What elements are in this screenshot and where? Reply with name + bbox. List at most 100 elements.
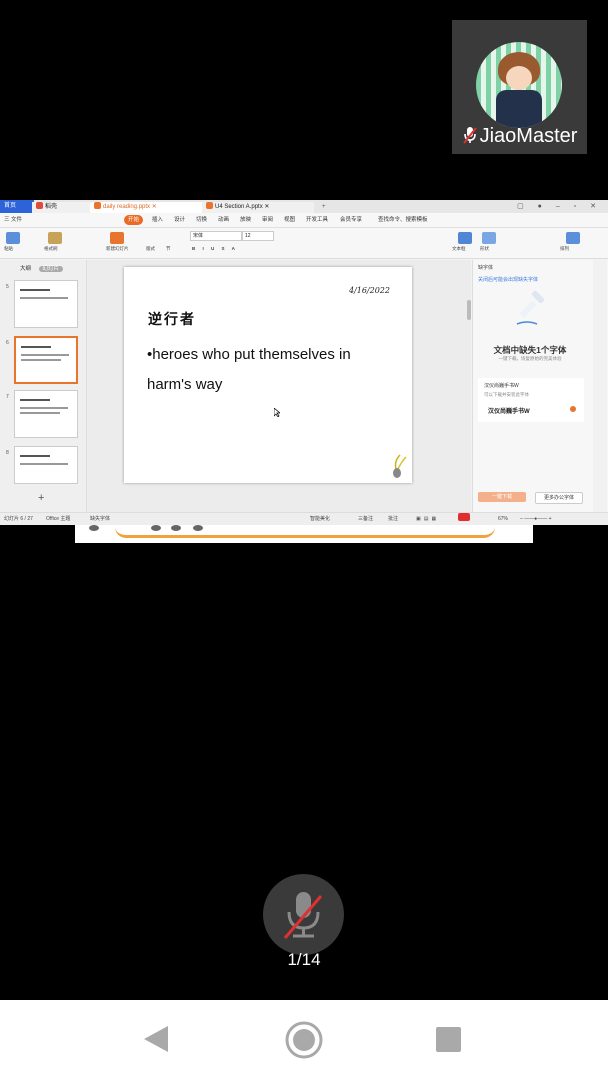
current-slide[interactable]: 4/16/2022 逆行者 •heroes who put themselves… bbox=[124, 267, 412, 483]
mic-muted-icon bbox=[283, 892, 323, 939]
zoom-level: 67% bbox=[498, 516, 509, 522]
ribbon-toolbar: 粘贴 格式刷 新建幻灯片 版式 节 宋体 12 B I U S A 文本框 形状… bbox=[0, 228, 608, 259]
font-name-select[interactable]: 宋体 bbox=[190, 231, 242, 241]
arrange-label: 排列 bbox=[560, 246, 569, 251]
missing-font-panel: 缺字体 关闭后可能会出现缺失字体 文档中缺失1个字体 一键下载，恢复原始的完美体… bbox=[472, 260, 608, 512]
menu-transition[interactable]: 切换 bbox=[196, 215, 207, 225]
slide-number: 6 bbox=[6, 340, 9, 346]
paste-label: 粘贴 bbox=[4, 246, 13, 251]
menu-member[interactable]: 会员专享 bbox=[340, 215, 362, 225]
paste-icon[interactable] bbox=[6, 232, 20, 244]
new-tab-button[interactable]: + bbox=[318, 202, 330, 213]
menu-animation[interactable]: 动画 bbox=[218, 215, 229, 225]
thumbnail-tabs: 大纲 幻灯片 bbox=[20, 264, 64, 272]
slide-body-text: •heroes who put themselves in harm's way bbox=[147, 346, 351, 393]
menu-slideshow[interactable]: 放映 bbox=[240, 215, 251, 225]
pptx-icon bbox=[94, 202, 101, 209]
home-icon[interactable] bbox=[284, 1020, 324, 1060]
menu-home[interactable]: 开始 bbox=[124, 215, 144, 225]
font-card-desc: 可以下载并安装此字体 bbox=[484, 392, 529, 397]
overflow-icon bbox=[89, 525, 99, 531]
tab-docer[interactable]: 稻壳 bbox=[32, 202, 92, 213]
zoom-slider[interactable]: – ——●—— + bbox=[520, 513, 552, 525]
section-label[interactable]: 节 bbox=[166, 246, 171, 252]
view-mode-buttons[interactable]: ▣▤▦ bbox=[416, 513, 439, 525]
menu-view[interactable]: 视图 bbox=[284, 215, 295, 225]
tab-u4-section[interactable]: U4 Section A.pptx ✕ bbox=[202, 202, 314, 213]
slide-title: 逆行者 bbox=[148, 312, 196, 328]
slide-thumbnail-panel: 大纲 幻灯片 5 6 7 8 + bbox=[0, 260, 87, 512]
right-side-toolbar[interactable] bbox=[593, 260, 607, 512]
mouse-cursor-icon bbox=[274, 408, 280, 417]
menu-developer[interactable]: 开发工具 bbox=[306, 215, 328, 225]
overflow-icon bbox=[171, 525, 181, 531]
font-card-name: 汉仪尚巍手书W bbox=[484, 383, 519, 389]
participant-name-row: JiaoMaster bbox=[452, 124, 587, 148]
shared-screen: 首页 稻壳 daily reading.pptx ✕ U4 Section A.… bbox=[0, 200, 608, 525]
plant-pot-icon bbox=[393, 454, 407, 478]
font-pen-icon bbox=[516, 290, 545, 325]
participant-avatar bbox=[476, 42, 562, 128]
notes-button[interactable]: 三备注 bbox=[358, 513, 373, 525]
panel-header: 缺字体 bbox=[478, 265, 494, 271]
textbox-label: 文本框 bbox=[452, 246, 466, 251]
mic-toggle-button[interactable] bbox=[263, 874, 344, 955]
app-tab-bar: 首页 稻壳 daily reading.pptx ✕ U4 Section A.… bbox=[0, 200, 608, 213]
slide-thumbnail-selected[interactable] bbox=[14, 336, 78, 384]
missing-font-card[interactable]: 汉仪尚巍手书W 可以下载并安装此字体 汉仪尚巍手书W bbox=[478, 378, 584, 422]
play-slideshow-button[interactable] bbox=[458, 513, 470, 525]
back-icon[interactable] bbox=[142, 1024, 170, 1054]
recent-apps-icon[interactable] bbox=[436, 1027, 461, 1052]
font-download-dot-icon[interactable] bbox=[570, 406, 576, 412]
tab-docer-label: 稻壳 bbox=[45, 204, 58, 210]
pptx-icon bbox=[206, 202, 213, 209]
arrange-icon[interactable] bbox=[566, 232, 580, 244]
font-card-preview: 汉仪尚巍手书W bbox=[488, 409, 530, 415]
slide-canvas: 4/16/2022 逆行者 •heroes who put themselves… bbox=[87, 260, 471, 512]
text-format-buttons[interactable]: B I U S A bbox=[192, 246, 238, 251]
slide-thumbnail[interactable] bbox=[14, 446, 78, 484]
window-controls[interactable]: ▢ ● – ▫ ✕ bbox=[517, 202, 602, 210]
smart-beautify-button[interactable]: 智能美化 bbox=[310, 513, 330, 525]
panel-subtitle: 一键下载，恢复原始的完美体验 bbox=[498, 356, 562, 361]
participant-name: JiaoMaster bbox=[479, 125, 578, 147]
tab-daily-reading-label: daily reading.pptx bbox=[103, 204, 151, 210]
tab-daily-reading[interactable]: daily reading.pptx ✕ bbox=[90, 202, 204, 213]
textbox-icon[interactable] bbox=[458, 232, 472, 244]
overflow-icon bbox=[151, 525, 161, 531]
format-painter-label: 格式刷 bbox=[44, 246, 58, 251]
format-painter-icon[interactable] bbox=[48, 232, 62, 244]
menu-design[interactable]: 设计 bbox=[174, 215, 185, 225]
new-slide-icon[interactable] bbox=[110, 232, 124, 244]
menu-file[interactable]: 三 文件 bbox=[4, 215, 22, 225]
download-font-button[interactable]: 一键下载 bbox=[478, 492, 526, 502]
font-size-select[interactable]: 12 bbox=[242, 231, 274, 241]
slide-thumbnail[interactable] bbox=[14, 390, 78, 438]
slide-number: 5 bbox=[6, 284, 9, 290]
tab-home-label: 首页 bbox=[4, 203, 17, 209]
slide-thumbnail[interactable] bbox=[14, 280, 78, 328]
comments-button[interactable]: 批注 bbox=[388, 513, 398, 525]
canvas-scrollbar[interactable] bbox=[467, 300, 471, 320]
menu-insert[interactable]: 插入 bbox=[152, 215, 163, 225]
missing-fonts-status[interactable]: 缺失字体 bbox=[90, 513, 110, 525]
panel-link[interactable]: 关闭后可能会出现缺失字体 bbox=[478, 276, 538, 283]
participant-tile[interactable]: JiaoMaster bbox=[452, 20, 587, 154]
mic-muted-icon bbox=[462, 127, 477, 144]
tab-outline[interactable]: 大纲 bbox=[20, 266, 31, 272]
menu-review[interactable]: 审阅 bbox=[262, 215, 273, 225]
shared-screen-overflow bbox=[75, 525, 533, 543]
docer-icon bbox=[36, 202, 43, 209]
tab-u4-section-label: U4 Section A.pptx bbox=[215, 204, 263, 210]
slide-date: 4/16/2022 bbox=[348, 286, 390, 295]
shape-icon[interactable] bbox=[482, 232, 496, 244]
tab-slides[interactable]: 幻灯片 bbox=[38, 266, 64, 272]
play-icon bbox=[458, 513, 470, 521]
command-search[interactable]: 查找命令、搜索模板 bbox=[378, 215, 428, 225]
tab-home[interactable]: 首页 bbox=[0, 200, 34, 213]
system-nav-bar bbox=[0, 1000, 608, 1080]
more-fonts-button[interactable]: 更多办公字体 bbox=[535, 492, 583, 504]
layout-label[interactable]: 版式 bbox=[146, 246, 155, 252]
slide-counter: 幻灯片 6 / 27 bbox=[4, 516, 33, 522]
add-slide-button[interactable]: + bbox=[38, 492, 44, 504]
